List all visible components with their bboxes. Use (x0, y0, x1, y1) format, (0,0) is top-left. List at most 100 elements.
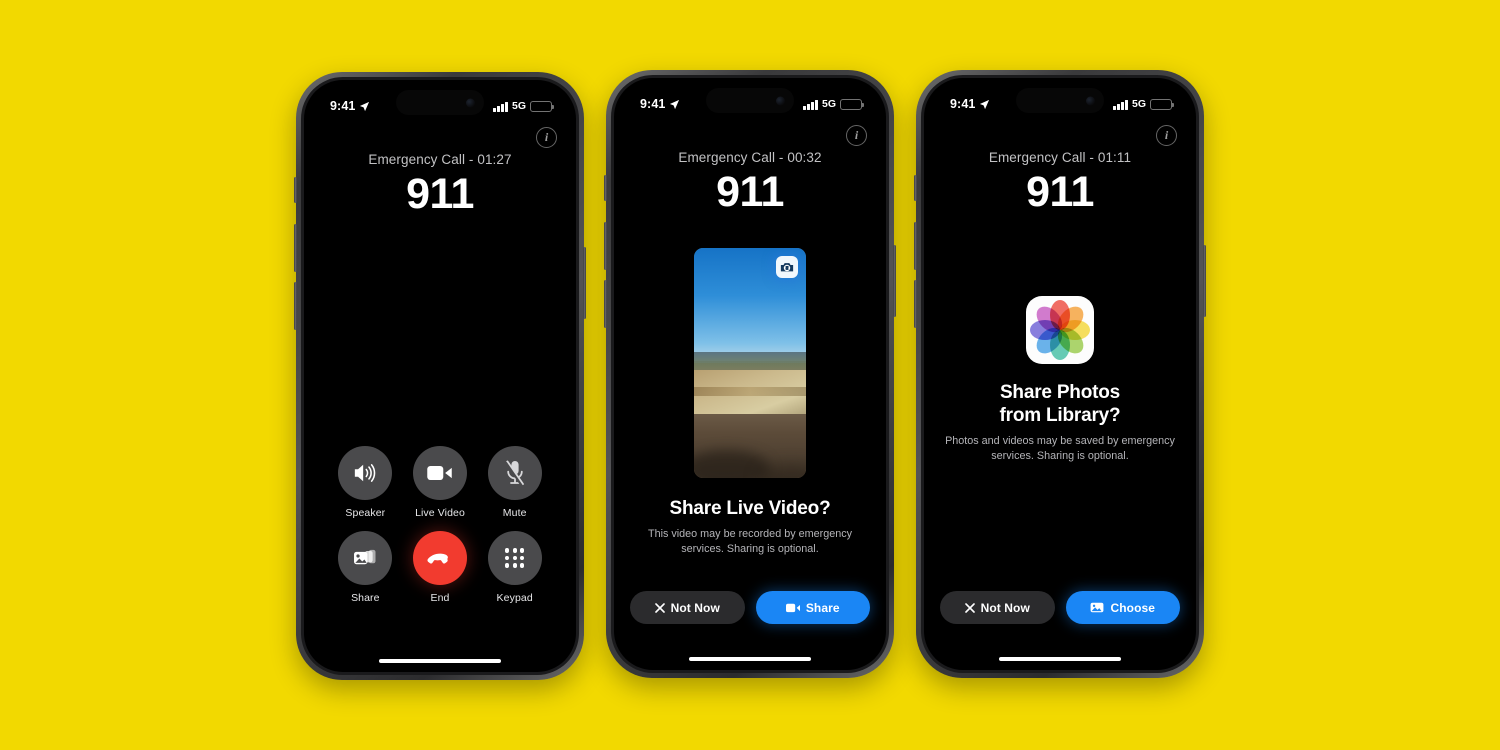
cellular-signal-icon (803, 100, 818, 110)
home-indicator[interactable] (999, 656, 1121, 661)
control-end[interactable]: End (403, 531, 478, 604)
control-live-video[interactable]: Live Video (403, 446, 478, 519)
location-arrow-icon (980, 99, 990, 109)
share-live-video-sheet: Share Live Video? This video may be reco… (614, 248, 886, 557)
mute-button[interactable] (487, 446, 542, 500)
status-bar-right: 5G (1113, 98, 1174, 110)
share-label: Share (805, 600, 840, 615)
keypad-dots-icon (504, 548, 525, 568)
camera-flip-icon (780, 263, 794, 272)
sheet-subtitle: This video may be recorded by emergency … (647, 528, 853, 556)
status-bar-right: 5G (803, 98, 864, 110)
call-header: Emergency Call - 01:11 911 (924, 150, 1196, 214)
phone-1-bezel: 9:41 5G i Emergency Call - 01:27 911 Spe… (301, 77, 579, 675)
keypad-button[interactable] (487, 531, 542, 585)
sheet-title-line-2: from Library? (999, 405, 1121, 427)
call-info-button[interactable]: i (1156, 125, 1177, 146)
share-button[interactable] (338, 531, 393, 585)
choose-label: Choose (1110, 600, 1156, 615)
power-button[interactable] (1203, 245, 1206, 317)
phone-1: 9:41 5G i Emergency Call - 01:27 911 Spe… (294, 72, 586, 680)
control-label: Keypad (496, 592, 533, 604)
home-indicator[interactable] (379, 658, 501, 663)
control-label: End (430, 592, 450, 604)
close-x-icon (654, 602, 665, 613)
volume-up-button[interactable] (294, 224, 297, 272)
not-now-label: Not Now (670, 600, 720, 615)
not-now-button[interactable]: Not Now (940, 591, 1055, 624)
cellular-signal-icon (1113, 100, 1128, 110)
choose-photos-button[interactable]: Choose (1065, 591, 1180, 624)
call-controls-grid: Speaker Live Video Mute Share End Keypad (304, 446, 576, 604)
thumbnail-ground (694, 413, 806, 478)
share-photos-sheet: Share Photos from Library? Photos and vi… (924, 296, 1196, 464)
status-bar-left: 9:41 (330, 99, 370, 113)
speaker-button[interactable] (338, 446, 393, 500)
phone-1-screen: 9:41 5G i Emergency Call - 01:27 911 Spe… (304, 80, 576, 672)
call-number: 911 (716, 168, 784, 216)
call-status-text: Emergency Call - 00:32 (678, 150, 822, 165)
call-status-text: Emergency Call - 01:11 (988, 150, 1132, 165)
network-label: 5G (821, 98, 836, 110)
live-video-button[interactable] (412, 446, 467, 500)
call-header: Emergency Call - 01:27 911 (304, 152, 576, 216)
status-bar-time: 9:41 (640, 97, 666, 111)
call-info-button[interactable]: i (846, 125, 867, 146)
location-arrow-icon (670, 99, 680, 109)
phone-3-bezel: 9:41 5G i Emergency Call - 01:11 911 Sha… (921, 75, 1199, 673)
microphone-muted-icon (504, 460, 524, 486)
status-bar: 9:41 5G (304, 80, 576, 120)
share-video-button[interactable]: Share (755, 591, 870, 624)
photo-picker-icon (1091, 602, 1104, 613)
volume-up-button[interactable] (604, 222, 607, 270)
sheet-actions: Not Now Share (614, 591, 886, 624)
control-speaker[interactable]: Speaker (328, 446, 403, 519)
video-camera-icon (785, 603, 800, 612)
end-call-handset-icon (427, 553, 448, 564)
camera-flip-button[interactable] (776, 256, 798, 278)
control-label: Share (351, 592, 380, 604)
power-button[interactable] (893, 245, 896, 317)
battery-icon (1150, 99, 1174, 110)
phone-3-screen: 9:41 5G i Emergency Call - 01:11 911 Sha… (924, 78, 1196, 670)
live-video-thumbnail[interactable] (694, 248, 806, 478)
volume-down-button[interactable] (604, 280, 607, 328)
volume-down-button[interactable] (294, 282, 297, 330)
sheet-title: Share Live Video? (669, 498, 831, 519)
location-arrow-icon (360, 101, 370, 111)
phone-3: 9:41 5G i Emergency Call - 01:11 911 Sha… (914, 70, 1206, 678)
photos-app-icon (1026, 296, 1094, 364)
end-call-button[interactable] (412, 531, 467, 585)
mute-switch-button[interactable] (914, 175, 917, 201)
status-bar-right: 5G (493, 100, 554, 112)
power-button[interactable] (583, 247, 586, 319)
call-number: 911 (406, 170, 474, 218)
control-label: Mute (502, 507, 527, 519)
status-bar: 9:41 5G (614, 78, 886, 118)
status-bar-left: 9:41 (640, 97, 680, 111)
mute-switch-button[interactable] (604, 175, 607, 201)
sheet-actions: Not Now Choose (924, 591, 1196, 624)
volume-down-button[interactable] (914, 280, 917, 328)
control-share[interactable]: Share (328, 531, 403, 604)
control-keypad[interactable]: Keypad (477, 531, 552, 604)
volume-up-button[interactable] (914, 222, 917, 270)
not-now-label: Not Now (980, 600, 1030, 615)
sheet-subtitle: Photos and videos may be saved by emerge… (945, 435, 1175, 463)
call-header: Emergency Call - 00:32 911 (614, 150, 886, 214)
home-indicator[interactable] (689, 656, 811, 661)
mute-switch-button[interactable] (294, 177, 297, 203)
not-now-button[interactable]: Not Now (630, 591, 745, 624)
status-bar: 9:41 5G (924, 78, 1196, 118)
status-bar-time: 9:41 (950, 97, 976, 111)
control-label: Live Video (415, 507, 465, 519)
cellular-signal-icon (493, 102, 508, 112)
phone-2-bezel: 9:41 5G i Emergency Call - 00:32 911 Sha… (611, 75, 889, 673)
control-mute[interactable]: Mute (477, 446, 552, 519)
battery-icon (530, 101, 554, 112)
status-bar-time: 9:41 (330, 99, 356, 113)
speaker-icon (355, 464, 376, 482)
network-label: 5G (511, 100, 526, 112)
call-status-text: Emergency Call - 01:27 (368, 152, 512, 167)
call-info-button[interactable]: i (536, 127, 557, 148)
